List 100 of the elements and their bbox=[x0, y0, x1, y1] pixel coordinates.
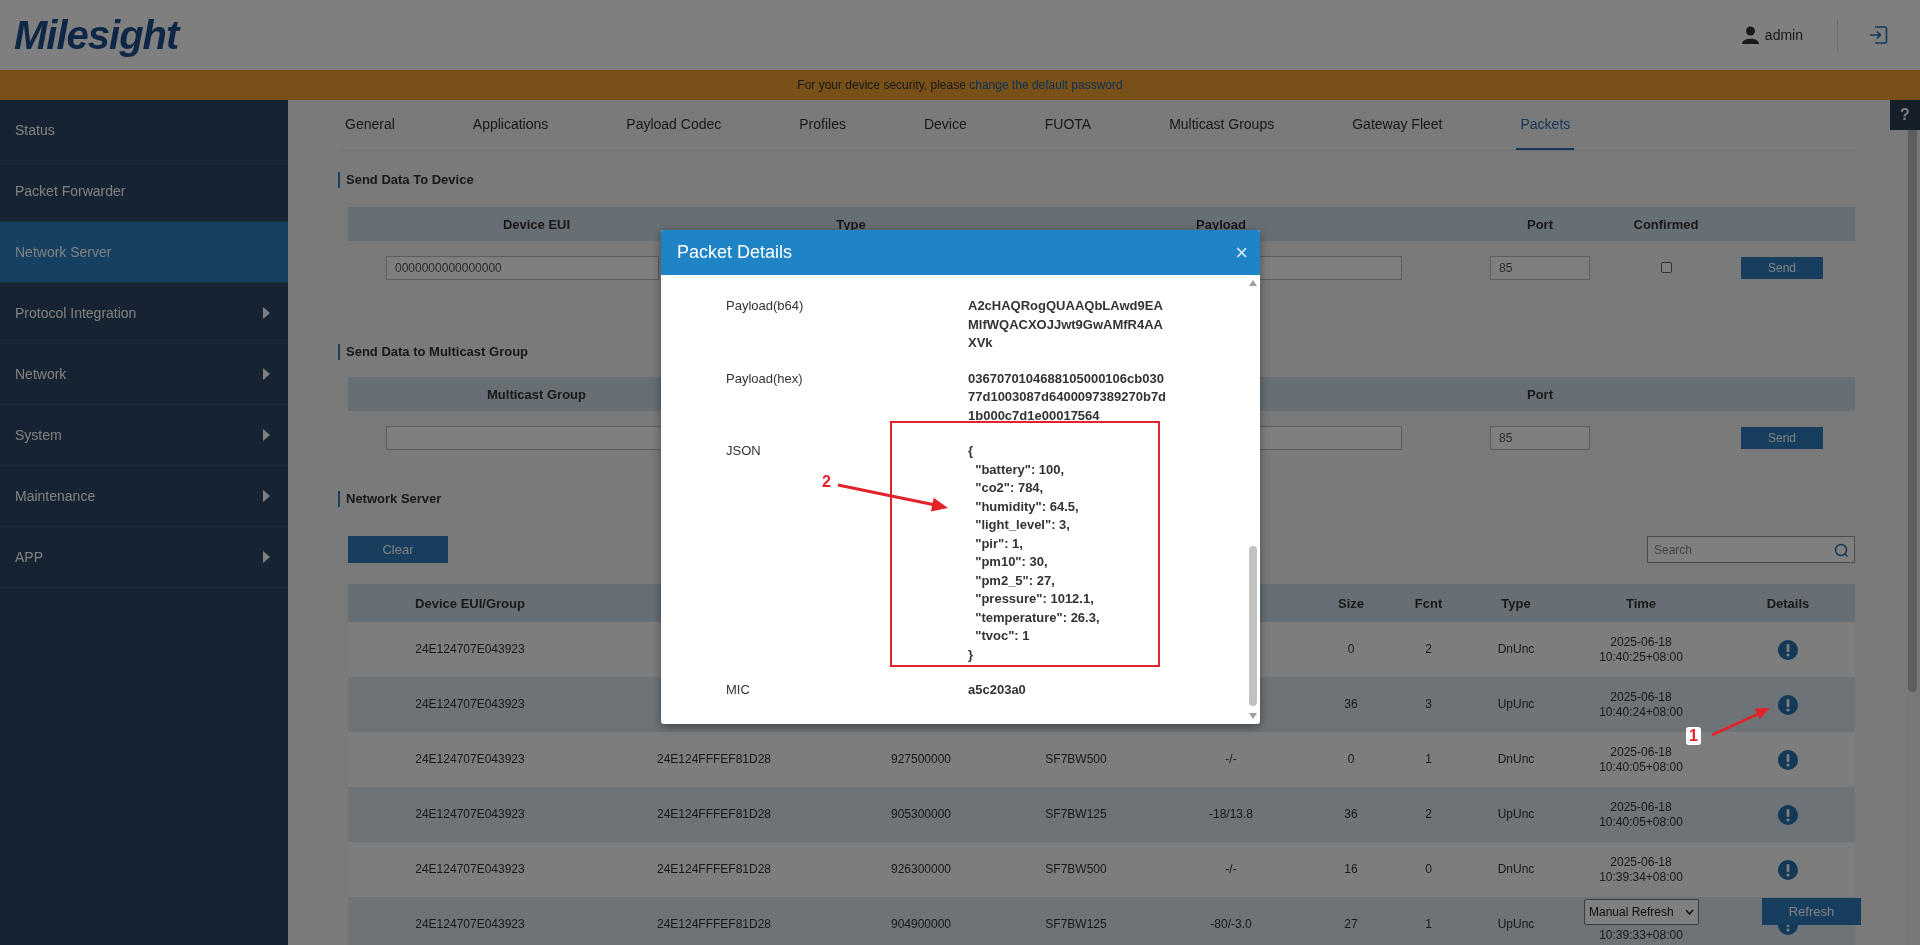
scroll-down-icon[interactable] bbox=[1249, 712, 1257, 720]
close-button[interactable]: × bbox=[1235, 241, 1248, 264]
table-cell: SF7BW500 bbox=[1045, 752, 1107, 767]
table-cell: 24E124707E043923 bbox=[415, 752, 525, 767]
search-icon bbox=[1834, 542, 1848, 557]
field-label: JSON bbox=[726, 442, 762, 460]
table-cell: 24E124FFFEF81D28 bbox=[656, 917, 772, 932]
user-icon bbox=[1741, 26, 1759, 44]
sidebar-item[interactable]: Protocol Integration bbox=[0, 283, 288, 344]
clear-button[interactable]: Clear bbox=[348, 536, 448, 563]
tab[interactable]: Multicast Groups bbox=[1165, 100, 1279, 150]
table-cell: 24E124FFFEF81D28 bbox=[656, 862, 772, 877]
sidebar-item[interactable]: Status bbox=[0, 100, 288, 161]
table-cell: 24E124707E043923 bbox=[415, 642, 525, 657]
table-cell: 0 bbox=[1425, 862, 1432, 877]
table-cell: 2 bbox=[1425, 807, 1432, 822]
table-cell: 3 bbox=[1425, 697, 1432, 712]
table-cell: 2025-06-18 10:40:05+08:00 bbox=[1599, 799, 1683, 830]
column-header: Type bbox=[1501, 595, 1531, 611]
device-eui-field[interactable]: 0000000000000000 bbox=[386, 255, 659, 280]
sidebar-item[interactable]: Network bbox=[0, 344, 288, 405]
port-field[interactable]: 85 bbox=[1490, 425, 1590, 450]
confirmed-checkbox[interactable] bbox=[1660, 262, 1672, 273]
column-header: Device EUI/Group bbox=[415, 595, 525, 611]
tab[interactable]: Packets bbox=[1516, 100, 1575, 150]
table-cell: 27 bbox=[1344, 917, 1358, 932]
tab[interactable]: Device bbox=[919, 100, 971, 150]
table-cell: SF7BW500 bbox=[1045, 862, 1107, 877]
table-cell: 1 bbox=[1425, 917, 1432, 932]
sidebar-item[interactable]: Maintenance bbox=[0, 466, 288, 527]
send-button[interactable]: Send bbox=[1741, 256, 1823, 279]
info-icon[interactable] bbox=[1778, 639, 1798, 660]
sidebar-item[interactable]: APP bbox=[0, 527, 288, 588]
column-header: Port bbox=[1527, 216, 1553, 232]
tab[interactable]: FUOTA bbox=[1040, 100, 1096, 150]
table-cell: SF7BW125 bbox=[1045, 917, 1107, 932]
table-cell: -/- bbox=[1225, 752, 1237, 767]
sidebar-item[interactable]: System bbox=[0, 405, 288, 466]
table-cell: UpUnc bbox=[1497, 917, 1535, 932]
field-label: Payload(hex) bbox=[726, 369, 804, 388]
table-cell: 36 bbox=[1344, 807, 1358, 822]
user-name[interactable]: admin bbox=[1764, 27, 1803, 43]
refresh-button[interactable]: Refresh bbox=[1762, 898, 1861, 925]
annotation-arrow bbox=[1711, 708, 1770, 737]
column-header: Device EUI bbox=[502, 216, 571, 232]
info-icon[interactable] bbox=[1778, 749, 1798, 770]
info-icon[interactable] bbox=[1778, 694, 1798, 715]
column-header: Details bbox=[1766, 595, 1810, 611]
tab[interactable]: General bbox=[341, 100, 399, 150]
field-value: a5c203a0 bbox=[968, 681, 1026, 699]
help-button[interactable]: ? bbox=[1890, 100, 1920, 130]
table-cell: 24E124FFFEF81D28 bbox=[656, 807, 772, 822]
table-cell: 16 bbox=[1344, 862, 1358, 877]
dialog-title: Packet Details bbox=[677, 242, 793, 263]
section-title: Send Data To Device bbox=[338, 172, 474, 188]
info-icon[interactable] bbox=[1778, 859, 1798, 880]
field-label: MIC bbox=[726, 681, 751, 699]
section-title: Send Data to Multicast Group bbox=[338, 344, 528, 360]
table-cell: 926300000 bbox=[890, 862, 952, 877]
sidebar-item[interactable]: Network Server bbox=[0, 222, 288, 283]
table-cell: 24E124707E043923 bbox=[415, 807, 525, 822]
table-cell: UpUnc bbox=[1497, 807, 1535, 822]
caret-icon bbox=[1685, 908, 1694, 915]
table-cell: UpUnc bbox=[1497, 697, 1535, 712]
table-cell: 36 bbox=[1344, 697, 1358, 712]
table-cell: SF7BW125 bbox=[1045, 807, 1107, 822]
table-cell: 1 bbox=[1425, 752, 1432, 767]
security-notice: For your device security, please change the default password bbox=[797, 78, 1123, 92]
column-header: Multicast Group bbox=[487, 386, 586, 402]
scrollbar-thumb[interactable] bbox=[1249, 546, 1257, 706]
tab[interactable]: Gateway Fleet bbox=[1348, 100, 1447, 150]
table-cell: 10:39:33+08:00 bbox=[1599, 928, 1683, 943]
logo: Milesight bbox=[14, 12, 179, 58]
table-cell: 2025-06-18 10:40:24+08:00 bbox=[1599, 689, 1683, 720]
table-cell: 24E124707E043923 bbox=[415, 862, 525, 877]
field-value: { "battery": 100, "co2": 784, "humidity": 64.5, "light_level": 3, "pir": 1, "pm10": 30, "pm2_5": 27, "pressure": 1012.1, "temperature": 26.3, "tvoc": 1 } bbox=[968, 442, 1100, 664]
table-cell: 2025-06-18 10:40:25+08:00 bbox=[1599, 634, 1683, 665]
table-cell: DnUnc bbox=[1497, 752, 1535, 767]
refresh-mode-select[interactable]: Manual Refresh bbox=[1584, 898, 1699, 925]
tab[interactable]: Payload Codec bbox=[622, 100, 726, 150]
table-cell: 904900000 bbox=[890, 917, 952, 932]
send-button[interactable]: Send bbox=[1741, 426, 1823, 449]
annotation-number: 1 bbox=[1686, 727, 1701, 745]
table-cell: 927500000 bbox=[890, 752, 952, 767]
column-header: Payload bbox=[1196, 216, 1246, 232]
column-header: Fcnt bbox=[1414, 595, 1443, 611]
search-field[interactable]: Search bbox=[1647, 536, 1855, 563]
table-cell: 2 bbox=[1425, 642, 1432, 657]
tab[interactable]: Applications bbox=[468, 100, 553, 150]
table-cell: 2025-06-18 10:40:05+08:00 bbox=[1599, 744, 1683, 775]
info-icon[interactable] bbox=[1778, 804, 1798, 825]
table-cell: 24E124707E043923 bbox=[415, 697, 525, 712]
port-field[interactable]: 85 bbox=[1490, 255, 1590, 280]
annotation-number: 2 bbox=[822, 474, 831, 490]
logout-icon[interactable] bbox=[1868, 25, 1888, 45]
table-cell: 2025-06-18 10:39:34+08:00 bbox=[1599, 854, 1683, 885]
field-label: Payload(b64) bbox=[726, 297, 805, 315]
field-value: 0367070104688105000106cb03077d1003087d6400097389270b7d1b000c7d1e00017564 bbox=[968, 369, 1168, 425]
table-cell: 24E124FFFEF81D28 bbox=[656, 752, 772, 767]
tab[interactable]: Profiles bbox=[795, 100, 850, 150]
